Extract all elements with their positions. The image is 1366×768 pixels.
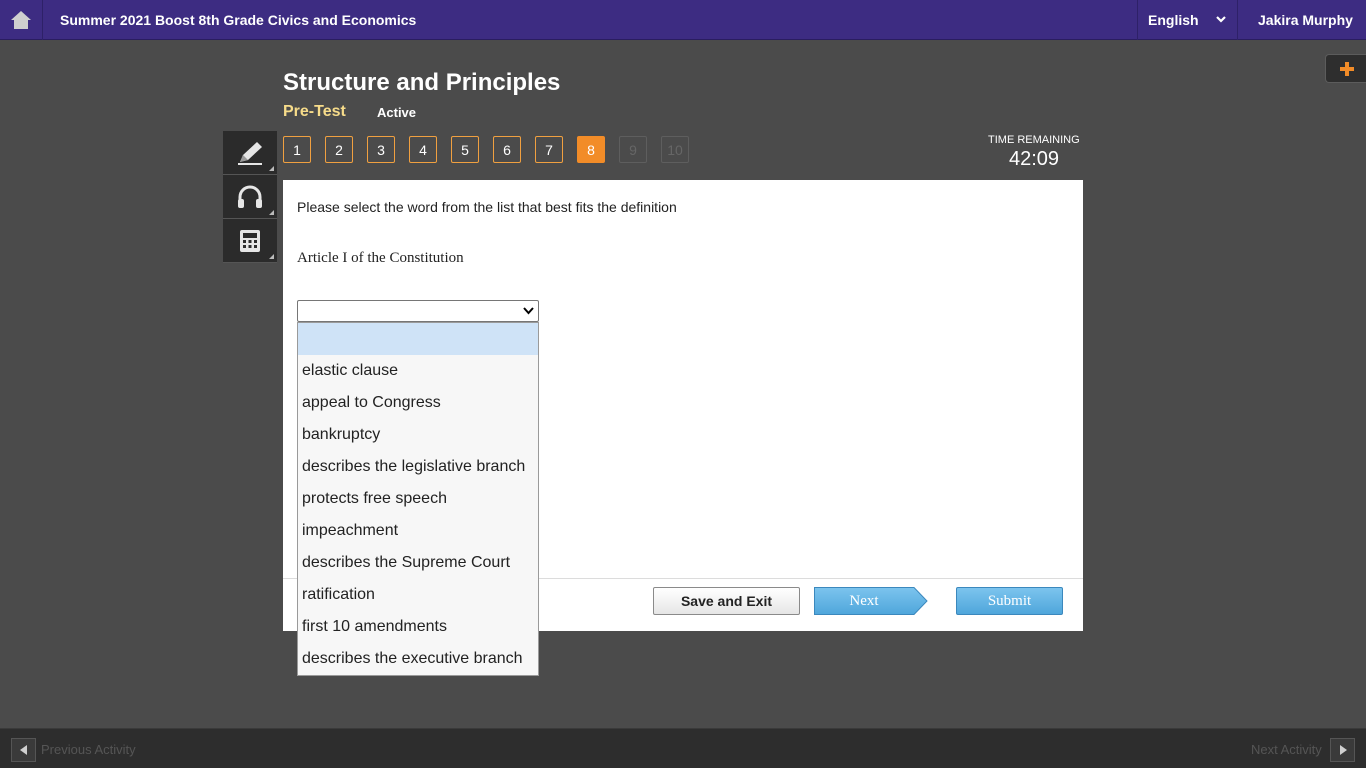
question-navigation: 1 2 3 4 5 6 7 8 9 10 [283, 136, 703, 163]
question-button-8-current[interactable]: 8 [577, 136, 605, 163]
question-button-5[interactable]: 5 [451, 136, 479, 163]
previous-activity-button[interactable] [11, 738, 36, 762]
tool-options-indicator [269, 210, 274, 215]
next-button-label: Next [849, 592, 879, 609]
time-remaining-label: TIME REMAINING [988, 134, 1080, 146]
activity-title: Structure and Principles [283, 69, 561, 96]
question-button-1[interactable]: 1 [283, 136, 311, 163]
pencil-tool-button[interactable] [223, 131, 277, 175]
top-bar: Summer 2021 Boost 8th Grade Civics and E… [0, 0, 1366, 40]
question-button-4[interactable]: 4 [409, 136, 437, 163]
previous-activity-label: Previous Activity [41, 742, 136, 757]
next-activity-button[interactable] [1330, 738, 1355, 762]
pencil-icon [238, 141, 262, 165]
question-button-2[interactable]: 2 [325, 136, 353, 163]
question-prompt: Please select the word from the list tha… [297, 199, 677, 215]
expand-button[interactable] [1325, 54, 1366, 83]
dropdown-option[interactable]: first 10 amendments [298, 611, 538, 643]
activity-status: Active [377, 105, 417, 120]
save-and-exit-button[interactable]: Save and Exit [653, 587, 800, 615]
time-remaining-value: 42:09 [1009, 148, 1060, 170]
dropdown-option[interactable]: appeal to Congress [298, 387, 538, 419]
submit-button[interactable]: Submit [956, 587, 1063, 615]
question-button-10: 10 [661, 136, 689, 163]
headphones-icon [238, 185, 262, 208]
question-button-9: 9 [619, 136, 647, 163]
question-button-7[interactable]: 7 [535, 136, 563, 163]
tool-options-indicator [269, 166, 274, 171]
dropdown-option[interactable]: protects free speech [298, 483, 538, 515]
question-button-3[interactable]: 3 [367, 136, 395, 163]
dropdown-option[interactable]: impeachment [298, 515, 538, 547]
home-button[interactable] [0, 0, 43, 40]
question-button-6[interactable]: 6 [493, 136, 521, 163]
chevron-down-icon [1216, 16, 1226, 23]
triangle-left-icon [19, 745, 27, 755]
answer-select[interactable] [297, 300, 539, 322]
text-to-speech-button[interactable] [223, 175, 277, 219]
course-title: Summer 2021 Boost 8th Grade Civics and E… [60, 12, 417, 28]
home-icon [11, 11, 31, 29]
bottom-bar: Previous Activity Next Activity [0, 728, 1366, 768]
language-label: English [1148, 12, 1199, 28]
next-button[interactable]: Next [814, 587, 929, 615]
language-selector[interactable]: English [1137, 0, 1238, 40]
question-definition: Article I of the Constitution [297, 250, 464, 266]
dropdown-option-blank[interactable] [298, 323, 538, 355]
calculator-button[interactable] [223, 219, 277, 263]
chevron-down-icon [523, 307, 534, 315]
dropdown-option[interactable]: describes the executive branch [298, 643, 538, 675]
triangle-right-icon [1339, 745, 1347, 755]
tool-palette [223, 131, 277, 263]
tool-options-indicator [269, 254, 274, 259]
dropdown-option[interactable]: bankruptcy [298, 419, 538, 451]
dropdown-option[interactable]: describes the legislative branch [298, 451, 538, 483]
plus-icon [1339, 61, 1354, 76]
next-activity-label: Next Activity [1251, 742, 1322, 757]
dropdown-option[interactable]: elastic clause [298, 355, 538, 387]
answer-dropdown-list: elastic clause appeal to Congress bankru… [297, 322, 539, 676]
dropdown-option[interactable]: describes the Supreme Court [298, 547, 538, 579]
user-name[interactable]: Jakira Murphy [1258, 12, 1353, 28]
dropdown-option[interactable]: ratification [298, 579, 538, 611]
calculator-icon [240, 229, 260, 252]
activity-type: Pre-Test [283, 103, 346, 120]
